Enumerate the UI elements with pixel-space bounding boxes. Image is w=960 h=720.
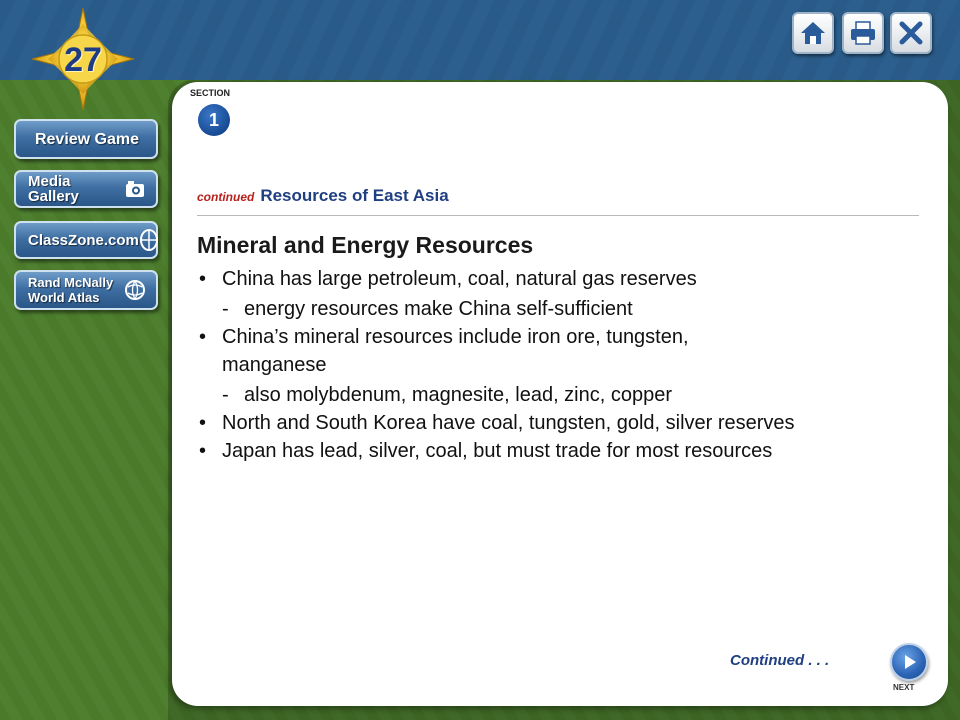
home-button[interactable]	[792, 12, 834, 54]
print-button[interactable]	[842, 12, 884, 54]
media-gallery-label: Media Gallery	[28, 173, 79, 205]
close-button[interactable]	[890, 12, 932, 54]
world-atlas-label: Rand McNally World Atlas	[28, 275, 113, 305]
globe-mouse-icon	[139, 229, 159, 251]
chapter-badge: 27	[30, 6, 136, 112]
next-label: NEXT	[893, 683, 915, 692]
continued-label: Continued . . .	[730, 652, 830, 669]
classzone-label: ClassZone.com	[28, 231, 139, 249]
chapter-number: 27	[64, 41, 102, 79]
section-label: SECTION	[190, 88, 231, 98]
list-subitem-text: also molybdenum, magnesite, lead, zinc, …	[244, 384, 673, 406]
section-number-badge: 1	[198, 104, 230, 136]
subheading-title: Resources of East Asia	[260, 186, 449, 205]
atlas-line-2: World Atlas	[28, 290, 100, 305]
atlas-line-1: Rand McNally	[28, 275, 114, 290]
list-subitem: - energy resources make China self-suffic…	[222, 298, 633, 320]
list-subitem: - also molybdenum, magnesite, lead, zinc,…	[222, 384, 673, 406]
continued-tag: continued	[197, 190, 255, 204]
print-icon	[851, 21, 875, 45]
subheading: continued Resources of East Asia	[197, 186, 449, 206]
camera-icon	[124, 178, 146, 200]
close-icon	[899, 21, 923, 45]
world-atlas-button[interactable]: Rand McNally World Atlas	[14, 270, 158, 310]
content-list: China has large petroleum, coal, natural…	[197, 265, 797, 465]
list-item: China has large petroleum, coal, natural…	[197, 265, 797, 293]
media-gallery-button[interactable]: Media Gallery	[14, 170, 158, 208]
next-button[interactable]	[890, 643, 928, 681]
review-game-label: Review Game	[34, 130, 140, 148]
classzone-button[interactable]: ClassZone.com	[14, 221, 158, 259]
list-item: China’s mineral resources include iron o…	[197, 323, 797, 379]
list-item: North and South Korea have coal, tungste…	[197, 409, 797, 437]
divider	[197, 215, 919, 216]
list-item: Japan has lead, silver, coal, but must t…	[197, 437, 797, 465]
list-subitem-text: energy resources make China self-suffici…	[244, 298, 633, 320]
home-icon	[801, 22, 825, 44]
globe-icon	[124, 279, 146, 301]
play-arrow-icon	[905, 655, 916, 669]
review-game-button[interactable]: Review Game	[14, 119, 158, 159]
page-title: Mineral and Energy Resources	[197, 232, 534, 258]
